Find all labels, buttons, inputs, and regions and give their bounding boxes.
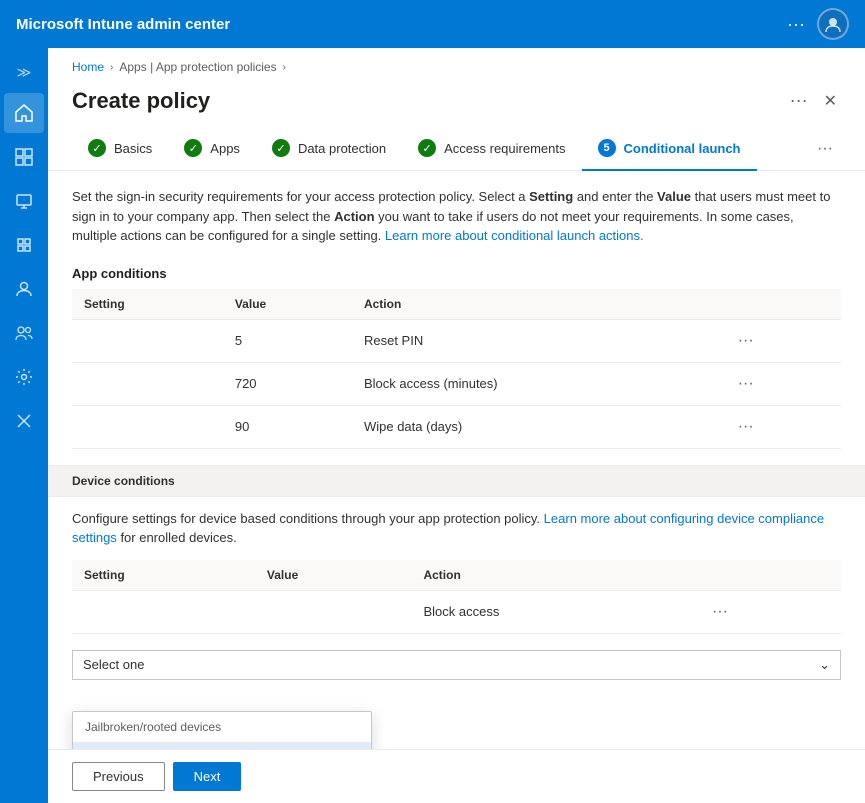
chevron-icon-2: › — [283, 62, 286, 73]
description-text: Set the sign-in security requirements fo… — [48, 171, 865, 262]
row2-value: 720 — [223, 362, 352, 405]
nav-toggle[interactable]: ≫ — [9, 56, 40, 89]
previous-button[interactable]: Previous — [72, 762, 165, 791]
tab-conditional-launch[interactable]: 5 Conditional launch — [582, 127, 757, 171]
row2-setting — [72, 362, 223, 405]
device-desc: Configure settings for device based cond… — [48, 497, 865, 560]
row3-setting — [72, 405, 223, 448]
app-section-label: App conditions — [72, 262, 841, 289]
breadcrumb-home[interactable]: Home — [72, 60, 104, 74]
table-row: 720 Block access (minutes) ··· — [72, 362, 841, 405]
select-placeholder: Select one — [83, 657, 144, 672]
footer: Previous Next — [48, 749, 865, 803]
dev-row1-menu-button[interactable]: ··· — [706, 601, 734, 623]
app-title: Microsoft Intune admin center — [16, 16, 787, 33]
panel-header: Create policy ··· ✕ — [48, 78, 865, 127]
dropdown-menu: Jailbroken/rooted devices Min OS version… — [72, 711, 372, 749]
setting-select[interactable]: Select one ⌄ — [72, 650, 841, 680]
tab-basics[interactable]: ✓ Basics — [72, 127, 168, 171]
access-check-icon: ✓ — [418, 139, 436, 157]
app-conditions-table: Setting Value Action 5 Reset PIN ··· — [72, 289, 841, 449]
dev-row1-value — [255, 590, 412, 633]
chevron-down-icon: ⌄ — [819, 657, 830, 673]
device-section-header: Device conditions — [48, 465, 865, 497]
chevron-icon-1: › — [110, 62, 113, 73]
dev-col-spacer — [694, 560, 841, 591]
tab-basics-label: Basics — [114, 141, 152, 156]
dev-row1-setting — [72, 590, 255, 633]
dev-row1-action: Block access — [411, 590, 693, 633]
app-conditions-section: App conditions Setting Value Action — [48, 262, 865, 465]
dev-col-action: Action — [411, 560, 693, 591]
top-bar-actions: ··· — [787, 8, 849, 40]
tab-access-label: Access requirements — [444, 141, 565, 156]
col-value-header: Value — [223, 289, 352, 320]
avatar[interactable] — [817, 8, 849, 40]
basics-check-icon: ✓ — [88, 139, 106, 157]
top-bar-dots[interactable]: ··· — [787, 14, 805, 35]
row1-setting — [72, 319, 223, 362]
row1-value: 5 — [223, 319, 352, 362]
table-row: Block access ··· — [72, 590, 841, 633]
dev-col-value: Value — [255, 560, 412, 591]
row3-menu-button[interactable]: ··· — [732, 416, 760, 438]
col-action-header: Action — [352, 289, 720, 320]
nav-settings[interactable] — [4, 357, 44, 397]
nav-apps[interactable] — [4, 225, 44, 265]
table-row: 90 Wipe data (days) ··· — [72, 405, 841, 448]
wizard-tabs: ✓ Basics ✓ Apps ✓ Data protection ✓ Acce… — [48, 127, 865, 171]
close-button[interactable]: ✕ — [820, 87, 841, 115]
col-setting-header: Setting — [72, 289, 223, 320]
device-conditions-table: Setting Value Action Block access ··· — [72, 560, 841, 634]
nav-devices[interactable] — [4, 181, 44, 221]
page-title: Create policy — [72, 88, 210, 114]
main-content: Home › Apps | App protection policies › … — [48, 48, 865, 803]
row1-action: Reset PIN — [352, 319, 720, 362]
conditional-step-icon: 5 — [598, 139, 616, 157]
panel-header-icons: ··· ✕ — [786, 86, 841, 115]
row2-action: Block access (minutes) — [352, 362, 720, 405]
content-scroll: Set the sign-in security requirements fo… — [48, 171, 865, 749]
nav-home[interactable] — [4, 93, 44, 133]
row3-value: 90 — [223, 405, 352, 448]
device-conditions-section: Setting Value Action Block access ··· — [48, 560, 865, 650]
row1-menu-button[interactable]: ··· — [732, 330, 760, 352]
dev-col-setting: Setting — [72, 560, 255, 591]
learn-more-link[interactable]: Learn more about conditional launch acti… — [385, 228, 644, 243]
tab-data-protection-label: Data protection — [298, 141, 386, 156]
left-nav: ≫ — [0, 48, 48, 803]
nav-close[interactable] — [4, 401, 44, 441]
data-protection-check-icon: ✓ — [272, 139, 290, 157]
app-layout: ≫ Home › Apps — [0, 48, 865, 803]
row3-action: Wipe data (days) — [352, 405, 720, 448]
tab-apps-label: Apps — [210, 141, 240, 156]
top-bar: Microsoft Intune admin center ··· — [0, 0, 865, 48]
apps-check-icon: ✓ — [184, 139, 202, 157]
tabs-more-dots[interactable]: ··· — [809, 132, 841, 166]
nav-dashboard[interactable] — [4, 137, 44, 177]
tab-apps[interactable]: ✓ Apps — [168, 127, 256, 171]
tab-access-requirements[interactable]: ✓ Access requirements — [402, 127, 581, 171]
table-row: 5 Reset PIN ··· — [72, 319, 841, 362]
breadcrumb-apps[interactable]: Apps | App protection policies — [119, 60, 276, 74]
panel-dots-button[interactable]: ··· — [786, 86, 812, 115]
dropdown-item-min-os[interactable]: Min OS version — [73, 743, 371, 749]
tab-conditional-label: Conditional launch — [624, 141, 741, 156]
nav-users[interactable] — [4, 269, 44, 309]
breadcrumb: Home › Apps | App protection policies › — [48, 48, 865, 78]
nav-groups[interactable] — [4, 313, 44, 353]
col-actions-spacer — [720, 289, 841, 320]
row2-menu-button[interactable]: ··· — [732, 373, 760, 395]
next-button[interactable]: Next — [173, 762, 242, 791]
dropdown-header-item: Jailbroken/rooted devices — [73, 712, 371, 743]
tab-data-protection[interactable]: ✓ Data protection — [256, 127, 402, 171]
